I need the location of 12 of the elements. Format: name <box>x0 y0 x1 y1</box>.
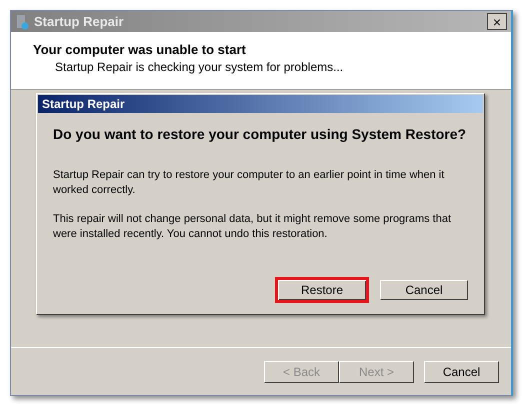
dialog-question: Do you want to restore your computer using System Restore? <box>53 126 468 142</box>
header-subtitle: Startup Repair is checking your system for problems... <box>55 60 344 74</box>
dialog-title: Startup Repair <box>38 95 483 113</box>
repair-disk-icon <box>15 14 29 30</box>
dialog-button[interactable]: Cancel <box>380 280 468 300</box>
wizard-button[interactable]: Cancel <box>424 360 499 382</box>
dialog-paragraph: This repair will not change personal data, but it might remove some programs that were installed recently. You cannot undo this restoration. <box>53 212 452 242</box>
dialog-paragraph: Startup Repair can try to restore your computer to an earlier point in time when it worked correctly. <box>53 168 446 198</box>
window-title: Startup Repair <box>34 14 125 29</box>
header-title: Your computer was unable to start <box>33 42 247 57</box>
close-button[interactable]: × <box>487 13 507 30</box>
dialog-button[interactable]: Restore <box>275 277 369 303</box>
